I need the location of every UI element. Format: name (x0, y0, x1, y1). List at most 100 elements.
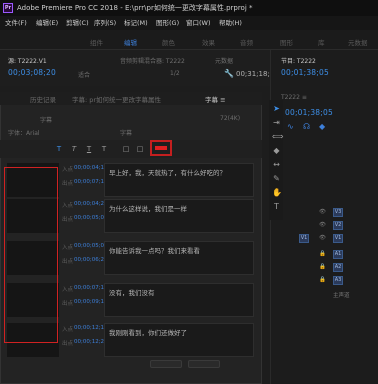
eye-icon[interactable]: 👁 (319, 209, 326, 215)
pen-tool-icon[interactable]: ✎ (272, 174, 281, 183)
track-v2-button[interactable]: V2 (333, 221, 343, 230)
in-timecode[interactable]: 00;00;04;22 (74, 201, 108, 207)
add-caption-button[interactable] (150, 360, 182, 368)
in-timecode[interactable]: 00;00;04;12 (74, 165, 108, 171)
ripple-edit-icon[interactable]: ⟺ (272, 132, 283, 141)
text-size-button[interactable]: T (100, 145, 108, 154)
eye-icon[interactable]: 👁 (319, 235, 326, 241)
track-a2-button[interactable]: A2 (333, 263, 343, 272)
master-track-label: 主声道 (333, 293, 350, 299)
tab-history[interactable]: 历史记录 (30, 94, 56, 104)
bold-button[interactable]: T (55, 145, 63, 154)
audio-clip-mixer-tab[interactable]: 音频剪辑混合器: T2222 (120, 56, 185, 65)
window-title: Adobe Premiere Pro CC 2018 - E:\prr\pr如何… (17, 4, 253, 12)
track-v3-button[interactable]: V3 (333, 208, 343, 217)
menu-clip[interactable]: 剪辑(C) (66, 17, 89, 27)
eye-icon[interactable]: 👁 (319, 222, 326, 228)
workspace-tab[interactable]: 图形 (280, 37, 293, 47)
out-timecode[interactable]: 00;00;09;12 (74, 299, 108, 305)
lock-icon[interactable]: 🔒 (319, 264, 326, 270)
workspace-tab-active[interactable]: 编辑 (124, 37, 137, 47)
workspace-tab[interactable]: 音频 (240, 37, 253, 47)
highlight-annotation-box (4, 167, 58, 343)
workspace-tab[interactable]: 组件 (90, 37, 103, 47)
linked-selection-icon[interactable]: ☊ (303, 122, 310, 131)
workspace-tab[interactable]: 效果 (202, 37, 215, 47)
tab-captions-active[interactable]: 字幕 ≡ (205, 94, 226, 104)
caption-text[interactable]: 你能告诉我一点吗？我们来看看 (104, 241, 254, 275)
menu-window[interactable]: 窗口(W) (186, 17, 211, 27)
caption-inout: 入点 00;00;04;22 出点 00;00;05;00 (62, 199, 108, 233)
align-button[interactable]: □ (122, 145, 130, 154)
out-timecode[interactable]: 00;00;07;19 (74, 179, 108, 185)
fit-dropdown[interactable]: 适合 (78, 70, 90, 79)
out-timecode[interactable]: 00;00;12;21 (74, 339, 108, 345)
caption-text[interactable]: 早上好，我，天就热了，有什么好吃的？ (104, 163, 254, 197)
out-label: 出点 (62, 301, 74, 307)
title-bar: Pr Adobe Premiere Pro CC 2018 - E:\prr\p… (0, 0, 378, 16)
scale-dropdown[interactable]: 1/2 (170, 70, 180, 77)
in-timecode[interactable]: 00;00;05;04 (74, 243, 108, 249)
caption-text[interactable]: 没有，我们没有 (104, 283, 254, 317)
caption-inout: 入点 00;00;05;04 出点 00;00;06;25 (62, 241, 108, 275)
remove-caption-button[interactable] (188, 360, 220, 368)
razor-tool-icon[interactable]: ◆ (272, 146, 281, 155)
in-label: 入点 (62, 287, 74, 293)
menu-help[interactable]: 帮助(H) (219, 17, 242, 27)
lock-icon[interactable]: 🔒 (319, 251, 326, 257)
menu-graphics[interactable]: 图形(G) (156, 17, 179, 27)
workspace-tab[interactable]: 颜色 (162, 37, 175, 47)
font-dropdown[interactable]: 字体：Arial (8, 128, 40, 137)
out-label: 出点 (62, 259, 74, 265)
menu-file[interactable]: 文件(F) (5, 17, 27, 27)
in-label: 入点 (62, 245, 74, 251)
caption-style-row: 字幕 72(4K) (0, 113, 262, 128)
out-timecode[interactable]: 00;00;06;25 (74, 257, 108, 263)
wrench-icon[interactable]: 🔧 (224, 69, 234, 78)
caption-size-label: 72(4K) (220, 115, 241, 122)
timeline-sequence-tab[interactable]: T2222 ≡ (281, 94, 307, 101)
in-label: 入点 (62, 327, 74, 333)
in-timecode[interactable]: 00;00;07;18 (74, 285, 108, 291)
premiere-app-icon: Pr (3, 3, 13, 13)
tools-panel: ➤ ⇥ ⟺ ◆ ↔ ✎ ✋ T (269, 100, 283, 220)
caption-stream-label: 字幕 (40, 117, 53, 124)
out-label: 出点 (62, 341, 74, 347)
program-timecode[interactable]: 00;01;38;05 (281, 68, 329, 77)
selection-tool-icon[interactable]: ➤ (272, 104, 281, 113)
caption-text[interactable]: 我刚刚看到，你们还做好了 (104, 323, 254, 357)
timeline-timecode[interactable]: 00;01;38;05 (285, 108, 333, 117)
track-select-icon[interactable]: ⇥ (272, 118, 281, 127)
underline-button[interactable]: T (85, 145, 93, 154)
type-tool-icon[interactable]: T (272, 202, 281, 211)
workspace-tab[interactable]: 库 (318, 37, 325, 47)
track-v1-button[interactable]: V1 (333, 234, 343, 243)
hand-tool-icon[interactable]: ✋ (272, 188, 282, 197)
menu-bar: 文件(F) 编辑(E) 剪辑(C) 序列(S) 标记(M) 图形(G) 窗口(W… (0, 16, 378, 30)
text-color-fill (155, 146, 167, 150)
track-a1-button[interactable]: A1 (333, 250, 343, 259)
style-dropdown[interactable]: 字幕 (120, 128, 132, 137)
snap-icon[interactable]: ∿ (287, 122, 294, 131)
source-patch-v1[interactable]: V1 (299, 234, 309, 243)
caption-text[interactable]: 为什么这样说，我们是一样 (104, 199, 254, 233)
marker-icon[interactable]: ◆ (319, 122, 325, 131)
tab-captions-sequence[interactable]: 字幕: pr如何统一更改字幕属性 (72, 94, 161, 104)
caption-format-toolbar (0, 140, 262, 158)
program-tab[interactable]: 节目: T2222 (281, 56, 316, 65)
source-tab[interactable]: 源: T2222.V1 (8, 56, 47, 65)
caption-inout: 入点 00;00;12;16 出点 00;00;12;21 (62, 323, 108, 357)
menu-marker[interactable]: 标记(M) (124, 17, 148, 27)
metadata-tab[interactable]: 元数据 (215, 56, 233, 65)
slip-tool-icon[interactable]: ↔ (272, 160, 281, 169)
in-timecode[interactable]: 00;00;12;16 (74, 325, 108, 331)
lock-icon[interactable]: 🔒 (319, 277, 326, 283)
out-timecode[interactable]: 00;00;05;00 (74, 215, 108, 221)
menu-sequence[interactable]: 序列(S) (94, 17, 116, 27)
source-timecode[interactable]: 00;03;08;20 (8, 68, 56, 77)
workspace-tab[interactable]: 元数据 (348, 37, 368, 47)
track-a3-button[interactable]: A3 (333, 276, 343, 285)
background-button[interactable]: □ (136, 145, 144, 154)
italic-button[interactable]: T (70, 145, 78, 154)
menu-edit[interactable]: 编辑(E) (36, 17, 58, 27)
